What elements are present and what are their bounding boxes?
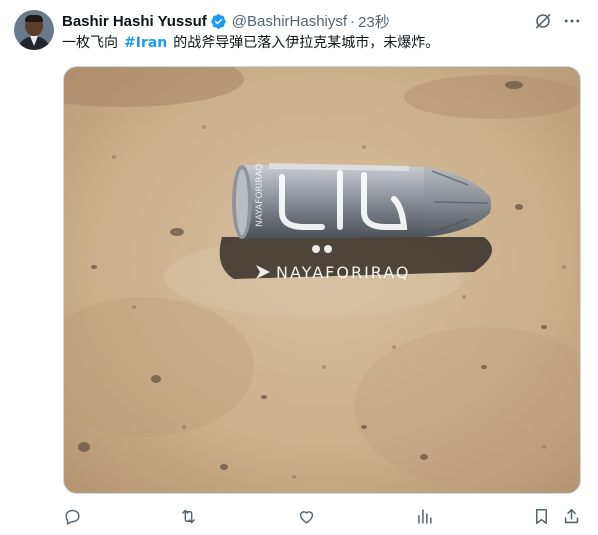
verified-badge-icon[interactable] — [210, 13, 227, 30]
timestamp[interactable]: 23秒 — [358, 11, 390, 32]
like-icon[interactable] — [295, 505, 317, 527]
repost-icon[interactable] — [177, 505, 199, 527]
avatar-hair — [25, 15, 43, 22]
tweet-text-before: 一枚飞向 — [62, 35, 118, 51]
grok-icon[interactable] — [531, 9, 555, 33]
hashtag-link[interactable]: #Iran — [124, 35, 167, 51]
media-image[interactable]: NAYAFORIRAQ NAYAFORIRAQ — [63, 66, 581, 494]
tweet: Bashir Hashi Yussuf @BashirHashiysf · 23… — [0, 0, 598, 535]
action-bar — [0, 503, 598, 531]
avatar[interactable] — [14, 10, 54, 50]
reply-icon[interactable] — [61, 505, 83, 527]
more-icon[interactable] — [560, 9, 584, 33]
separator-dot: · — [350, 12, 356, 30]
author-name[interactable]: Bashir Hashi Yussuf — [62, 13, 207, 30]
share-icon[interactable] — [560, 505, 582, 527]
tweet-text: 一枚飞向 #Iran 的战斧导弹已落入伊拉克某城市，未爆炸。 — [62, 33, 439, 53]
missile-photo: NAYAFORIRAQ NAYAFORIRAQ — [64, 67, 580, 493]
tweet-header: Bashir Hashi Yussuf @BashirHashiysf · 23… — [62, 10, 390, 32]
author-handle[interactable]: @BashirHashiysf — [232, 13, 347, 30]
missile-side-text: NAYAFORIRAQ — [255, 164, 265, 227]
tweet-text-after: 的战斧导弹已落入伊拉克某城市，未爆炸。 — [173, 35, 440, 51]
bookmark-icon[interactable] — [530, 505, 552, 527]
watermark-text: NAYAFORIRAQ — [276, 263, 411, 282]
views-icon[interactable] — [413, 505, 435, 527]
